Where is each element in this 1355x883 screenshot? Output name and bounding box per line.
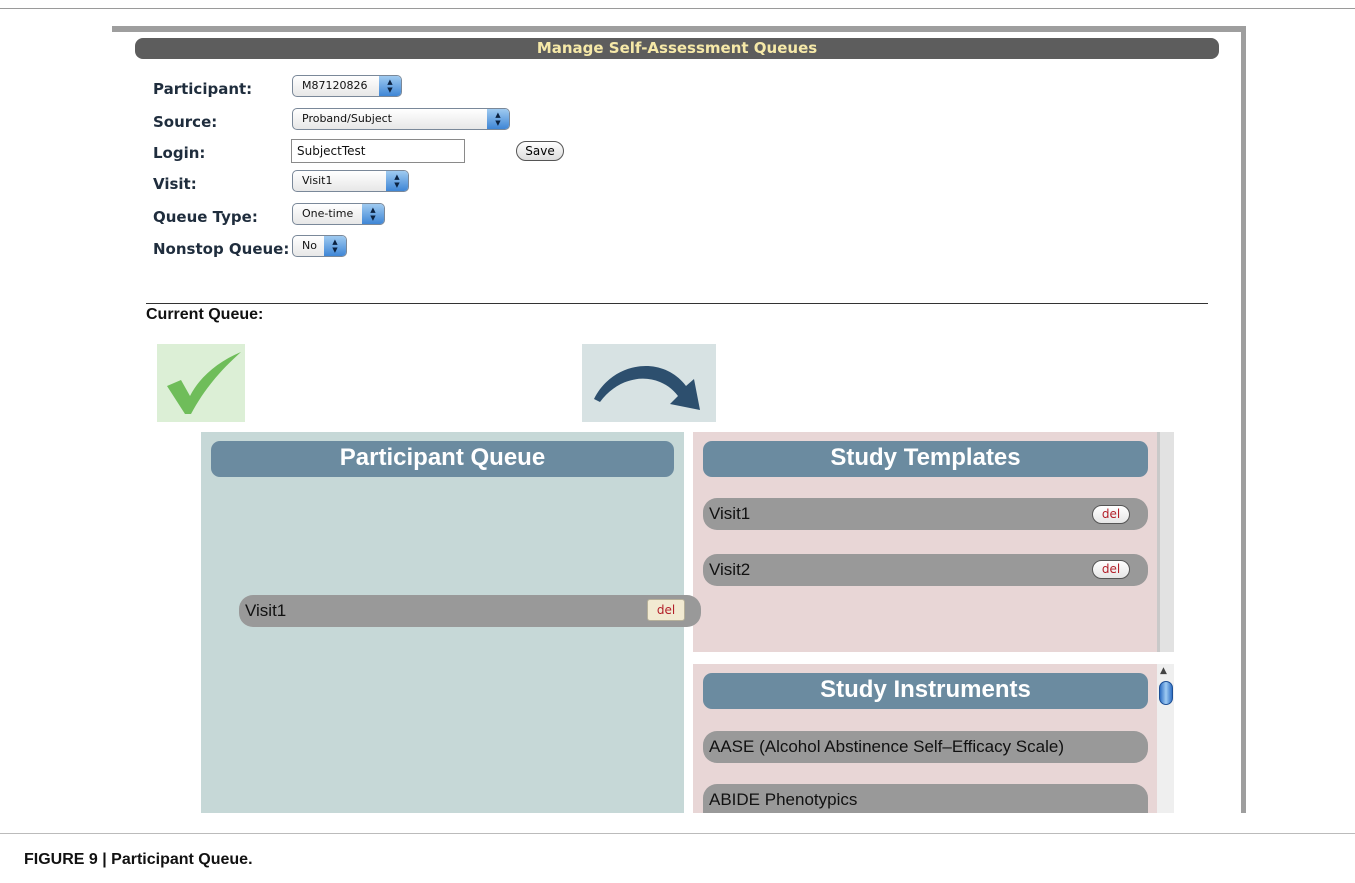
- select-arrows-icon: ▲ ▼: [324, 236, 346, 256]
- queue-type-select[interactable]: One-time ▲ ▼: [292, 203, 385, 225]
- study-template-item[interactable]: Visit2: [703, 554, 1148, 586]
- select-arrows-icon: ▲ ▼: [386, 171, 408, 191]
- participant-select[interactable]: M87120826 ▲ ▼: [292, 75, 402, 97]
- queue-type-select-value: One-time: [302, 207, 354, 220]
- figure-caption: FIGURE 9 | Participant Queue.: [24, 851, 253, 868]
- study-templates-header: Study Templates: [703, 441, 1148, 477]
- select-arrows-icon: ▲ ▼: [379, 76, 401, 96]
- source-label: Source:: [153, 113, 218, 131]
- study-instrument-item[interactable]: ABIDE Phenotypics: [703, 784, 1148, 813]
- figure-divider: [0, 833, 1355, 834]
- study-template-item-label: Visit2: [709, 560, 751, 579]
- participant-queue-item[interactable]: Visit1: [239, 595, 701, 627]
- participant-queue-item-label: Visit1: [245, 601, 287, 620]
- section-divider: [146, 303, 1208, 304]
- window-title-bar: Manage Self-Assessment Queues: [135, 38, 1219, 59]
- visit-label: Visit:: [153, 175, 197, 193]
- checkmark-icon-svg: [167, 352, 241, 414]
- study-instrument-item-label: ABIDE Phenotypics: [709, 790, 858, 809]
- login-input[interactable]: SubjectTest: [291, 139, 465, 163]
- instruments-scrollbar-thumb[interactable]: [1159, 681, 1173, 705]
- participant-queue-header: Participant Queue: [211, 441, 674, 477]
- curved-arrow-icon-svg: [594, 366, 700, 410]
- visit-select[interactable]: Visit1 ▲ ▼: [292, 170, 409, 192]
- queue-type-label: Queue Type:: [153, 208, 258, 226]
- scroll-up-arrow-icon[interactable]: ▲: [1160, 666, 1167, 676]
- study-template-del-button[interactable]: del: [1092, 560, 1130, 579]
- participant-label: Participant:: [153, 80, 253, 98]
- templates-scrollbar: [1157, 432, 1174, 652]
- participant-select-value: M87120826: [302, 79, 368, 92]
- study-template-item-label: Visit1: [709, 504, 751, 523]
- top-border-line: [0, 8, 1355, 9]
- login-label: Login:: [153, 144, 206, 162]
- study-instrument-item-label: AASE (Alcohol Abstinence Self–Efficacy S…: [709, 737, 1064, 756]
- visit-select-value: Visit1: [302, 174, 333, 187]
- study-instruments-header: Study Instruments: [703, 673, 1148, 709]
- participant-queue-del-button[interactable]: del: [647, 599, 685, 621]
- study-instrument-item[interactable]: AASE (Alcohol Abstinence Self–Efficacy S…: [703, 731, 1148, 763]
- curved-arrow-icon[interactable]: [582, 344, 716, 422]
- nonstop-queue-label: Nonstop Queue:: [153, 240, 290, 258]
- source-select-value: Proband/Subject: [302, 112, 392, 125]
- checkmark-icon[interactable]: [157, 344, 245, 422]
- current-queue-label: Current Queue:: [146, 306, 264, 323]
- study-template-item[interactable]: Visit1: [703, 498, 1148, 530]
- nonstop-queue-select-value: No: [302, 239, 317, 252]
- nonstop-queue-select[interactable]: No ▲ ▼: [292, 235, 347, 257]
- save-button[interactable]: Save: [516, 141, 564, 161]
- select-arrows-icon: ▲ ▼: [362, 204, 384, 224]
- select-arrows-icon: ▲ ▼: [487, 109, 509, 129]
- study-template-del-button[interactable]: del: [1092, 505, 1130, 524]
- source-select[interactable]: Proband/Subject ▲ ▼: [292, 108, 510, 130]
